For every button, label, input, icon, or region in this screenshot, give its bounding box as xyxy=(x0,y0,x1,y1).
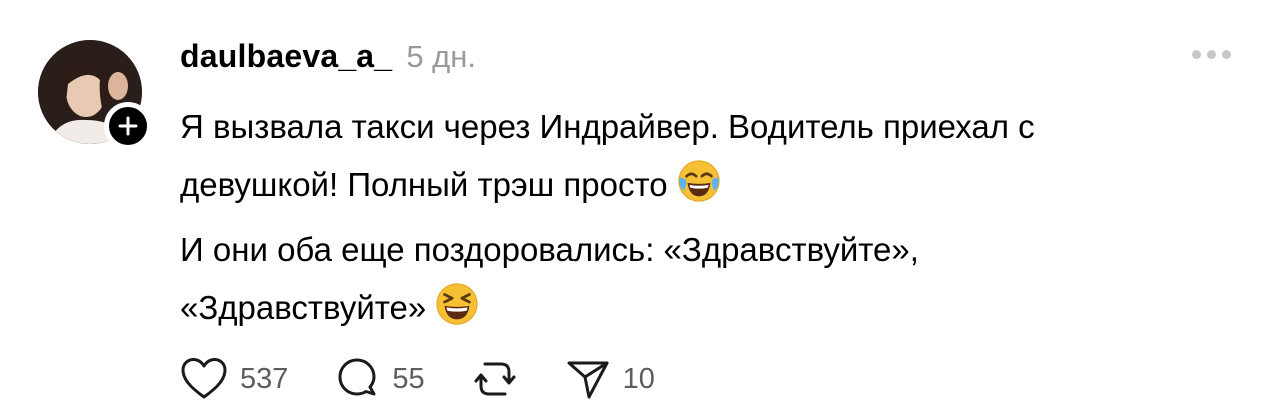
follow-button[interactable] xyxy=(104,102,152,150)
comment-count: 55 xyxy=(392,362,425,395)
text-line: Я вызвала такси через Индрайвер. Водител… xyxy=(180,108,1035,145)
post-header: daulbaeva_a_ 5 дн. xyxy=(180,38,476,75)
comment-icon xyxy=(338,358,376,396)
post-text: Я вызвала такси через Индрайвер. Водител… xyxy=(180,98,1250,344)
text-line: И они оба еще поздоровались: «Здравствуй… xyxy=(180,231,919,268)
follow-plus-icon xyxy=(118,116,138,136)
like-count: 537 xyxy=(240,362,289,395)
text-line-with-emoji: девушкой! Полный трэш просто xyxy=(180,156,1250,214)
face-with-tears-of-joy-icon xyxy=(677,160,720,202)
like-button[interactable]: 537 xyxy=(180,357,288,401)
share-count: 10 xyxy=(622,362,655,395)
heart-icon xyxy=(181,358,227,399)
text-line: «Здравствуйте» xyxy=(180,289,427,326)
username[interactable]: daulbaeva_a_ xyxy=(180,38,392,75)
share-icon xyxy=(567,361,609,399)
action-bar: 537 55 10 xyxy=(180,356,701,402)
text-line: девушкой! Полный трэш просто xyxy=(180,166,668,203)
repost-icon xyxy=(474,362,516,396)
text-line-with-emoji: «Здравствуйте» xyxy=(180,279,1250,337)
post-time: 5 дн. xyxy=(406,39,476,74)
share-button[interactable]: 10 xyxy=(565,357,655,401)
repost-button[interactable] xyxy=(471,356,519,402)
more-icon[interactable] xyxy=(1192,50,1231,59)
paragraph: Я вызвала такси через Индрайвер. Водител… xyxy=(180,98,1250,214)
paragraph: И они оба еще поздоровались: «Здравствуй… xyxy=(180,221,1250,337)
comment-button[interactable]: 55 xyxy=(334,356,425,402)
grinning-squinting-face-icon xyxy=(436,283,478,325)
